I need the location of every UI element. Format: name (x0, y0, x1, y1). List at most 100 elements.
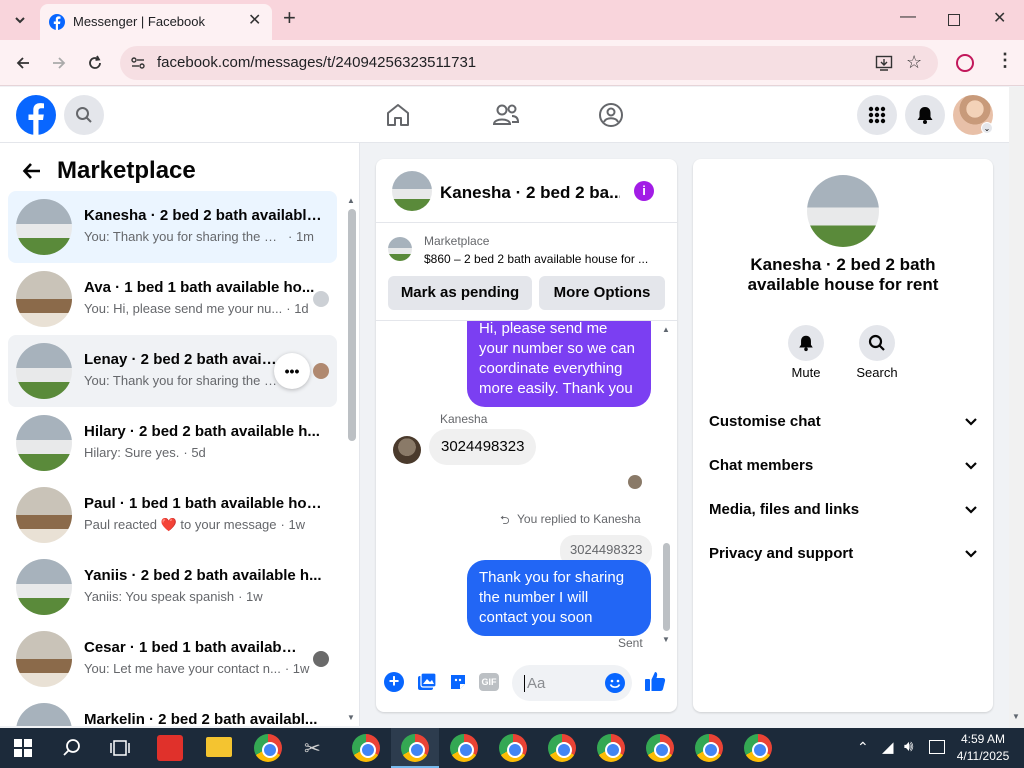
section-privacy-support[interactable]: Privacy and support (709, 535, 977, 571)
home-icon[interactable] (385, 102, 411, 133)
snipping-tool-icon[interactable]: ✂ (304, 736, 321, 761)
chat-time: · 1m (288, 229, 314, 244)
section-customise-chat[interactable]: Customise chat (709, 403, 977, 439)
house-thumbnail (16, 415, 72, 471)
sender-avatar[interactable] (393, 436, 421, 464)
more-options-button[interactable]: More Options (539, 276, 665, 310)
list-item[interactable]: Yaniis · 2 bed 2 bath available h... Yan… (8, 551, 337, 623)
close-window-icon[interactable]: ✕ (993, 8, 1006, 28)
windows-start-icon[interactable] (14, 739, 32, 762)
chrome-profile-icon[interactable] (352, 734, 380, 762)
list-item[interactable]: Paul · 1 bed 1 bath available hou... Pau… (8, 479, 337, 551)
scroll-down-icon[interactable]: ▼ (662, 635, 670, 644)
tab-search-icon[interactable] (5, 5, 35, 35)
listing-title[interactable]: $860 – 2 bed 2 bath available house for … (424, 252, 669, 266)
url-text[interactable]: facebook.com/messages/t/2409425632351173… (157, 54, 476, 71)
chevron-down-icon (965, 413, 977, 430)
browser-tab-bar: Messenger | Facebook ✕ + — ✕ (0, 0, 1024, 40)
house-thumbnail[interactable] (807, 175, 879, 247)
file-explorer-icon[interactable] (206, 737, 232, 757)
close-tab-icon[interactable]: ✕ (248, 10, 261, 30)
bookmark-star-icon[interactable]: ☆ (906, 52, 922, 73)
section-chat-members[interactable]: Chat members (709, 447, 977, 483)
list-item[interactable]: Kanesha · 2 bed 2 bath available... You:… (8, 191, 337, 263)
chrome-profile-icon[interactable] (499, 734, 527, 762)
profile-icon[interactable] (956, 54, 974, 72)
clock-date[interactable]: 4/11/2025 (955, 749, 1011, 763)
chrome-profile-icon[interactable] (548, 734, 576, 762)
url-box[interactable]: facebook.com/messages/t/2409425632351173… (120, 46, 938, 80)
chevron-down-icon[interactable]: ⌄ (981, 122, 993, 134)
section-label: Media, files and links (709, 500, 860, 518)
forward-arrow-icon[interactable] (44, 48, 74, 78)
info-icon[interactable]: i (634, 181, 654, 201)
page-scrollbar[interactable]: ▼ (1009, 87, 1024, 728)
groups-icon[interactable] (598, 102, 624, 133)
message-input[interactable]: Aa (512, 665, 632, 701)
list-item[interactable]: Hilary · 2 bed 2 bath available h... Hil… (8, 407, 337, 479)
conversation-panel: Kanesha · 2 bed 2 ba... i Marketplace $8… (376, 159, 677, 712)
message-bubble-outgoing[interactable]: Thank you for sharing the number I will … (467, 560, 651, 636)
facebook-logo-icon[interactable] (16, 95, 56, 135)
list-item[interactable]: Ava · 1 bed 1 bath available ho... You: … (8, 263, 337, 335)
friends-icon[interactable] (492, 102, 520, 133)
chrome-profile-icon[interactable] (401, 734, 429, 762)
like-icon[interactable] (644, 670, 666, 697)
photo-icon[interactable] (417, 672, 437, 697)
reload-icon[interactable] (80, 48, 110, 78)
list-item[interactable]: Markelin · 2 bed 2 bath availabl... (8, 695, 337, 726)
chrome-menu-icon[interactable]: ⋮ (996, 50, 1014, 71)
scroll-down-icon[interactable]: ▼ (1012, 712, 1020, 721)
chrome-profile-icon[interactable] (450, 734, 478, 762)
scrollbar-thumb[interactable] (663, 543, 670, 631)
network-icon[interactable]: ◢ (882, 738, 894, 756)
notification-center-icon[interactable] (929, 740, 945, 754)
clock-time[interactable]: 4:59 AM (958, 732, 1008, 746)
house-thumbnail (388, 237, 412, 261)
add-icon[interactable]: + (384, 672, 404, 692)
list-item[interactable]: Cesar · 1 bed 1 bath available ... You: … (8, 623, 337, 695)
show-hidden-icons-icon[interactable]: ⌃ (857, 739, 869, 756)
back-arrow-icon[interactable] (22, 161, 42, 186)
scrollbar-thumb[interactable] (348, 209, 356, 441)
chrome-profile-icon[interactable] (646, 734, 674, 762)
chrome-profile-icon[interactable] (695, 734, 723, 762)
gif-icon[interactable]: GIF (479, 673, 499, 691)
scroll-up-icon[interactable]: ▲ (662, 325, 670, 334)
scroll-up-icon[interactable]: ▲ (347, 196, 355, 205)
more-options-icon[interactable]: ••• (274, 353, 310, 389)
mute-button[interactable] (788, 325, 824, 361)
chrome-profile-icon[interactable] (597, 734, 625, 762)
install-app-icon[interactable] (875, 54, 893, 77)
task-view-icon[interactable] (109, 739, 131, 762)
restore-icon[interactable] (948, 14, 960, 26)
section-media-files-links[interactable]: Media, files and links (709, 491, 977, 527)
search-button[interactable] (859, 325, 895, 361)
menu-grid-icon[interactable] (857, 95, 897, 135)
composer: + GIF Aa (376, 659, 677, 709)
emoji-icon[interactable] (605, 673, 625, 693)
taskbar-search-icon[interactable] (62, 738, 82, 763)
notifications-bell-icon[interactable] (905, 95, 945, 135)
chrome-icon[interactable] (254, 734, 282, 762)
house-thumbnail[interactable] (392, 171, 432, 211)
message-bubble-incoming[interactable]: 3024498323 (429, 429, 537, 465)
mark-pending-button[interactable]: Mark as pending (388, 276, 532, 310)
site-settings-icon[interactable] (130, 55, 146, 76)
volume-icon[interactable]: 🔊︎ (904, 738, 913, 755)
chevron-down-icon (965, 545, 977, 562)
browser-tab[interactable]: Messenger | Facebook ✕ (40, 4, 272, 40)
new-tab-icon[interactable]: + (283, 6, 296, 30)
chat-preview-text: You: Let me have your contact n... (84, 661, 281, 676)
scroll-down-icon[interactable]: ▼ (347, 713, 355, 722)
search-icon[interactable] (64, 95, 104, 135)
sticker-icon[interactable] (448, 672, 468, 697)
message-bubble-outgoing[interactable]: Hi, please send me your number so we can… (467, 321, 651, 407)
chrome-profile-icon[interactable] (744, 734, 772, 762)
minimize-icon[interactable]: — (900, 8, 916, 26)
list-item[interactable]: Lenay · 2 bed 2 bath availabl... You: Th… (8, 335, 337, 407)
anydesk-icon[interactable] (157, 735, 183, 761)
conversation-title[interactable]: Kanesha · 2 bed 2 ba... (440, 183, 620, 203)
listing-banner: Marketplace $860 – 2 bed 2 bath availabl… (376, 223, 677, 321)
back-arrow-icon[interactable] (8, 48, 38, 78)
